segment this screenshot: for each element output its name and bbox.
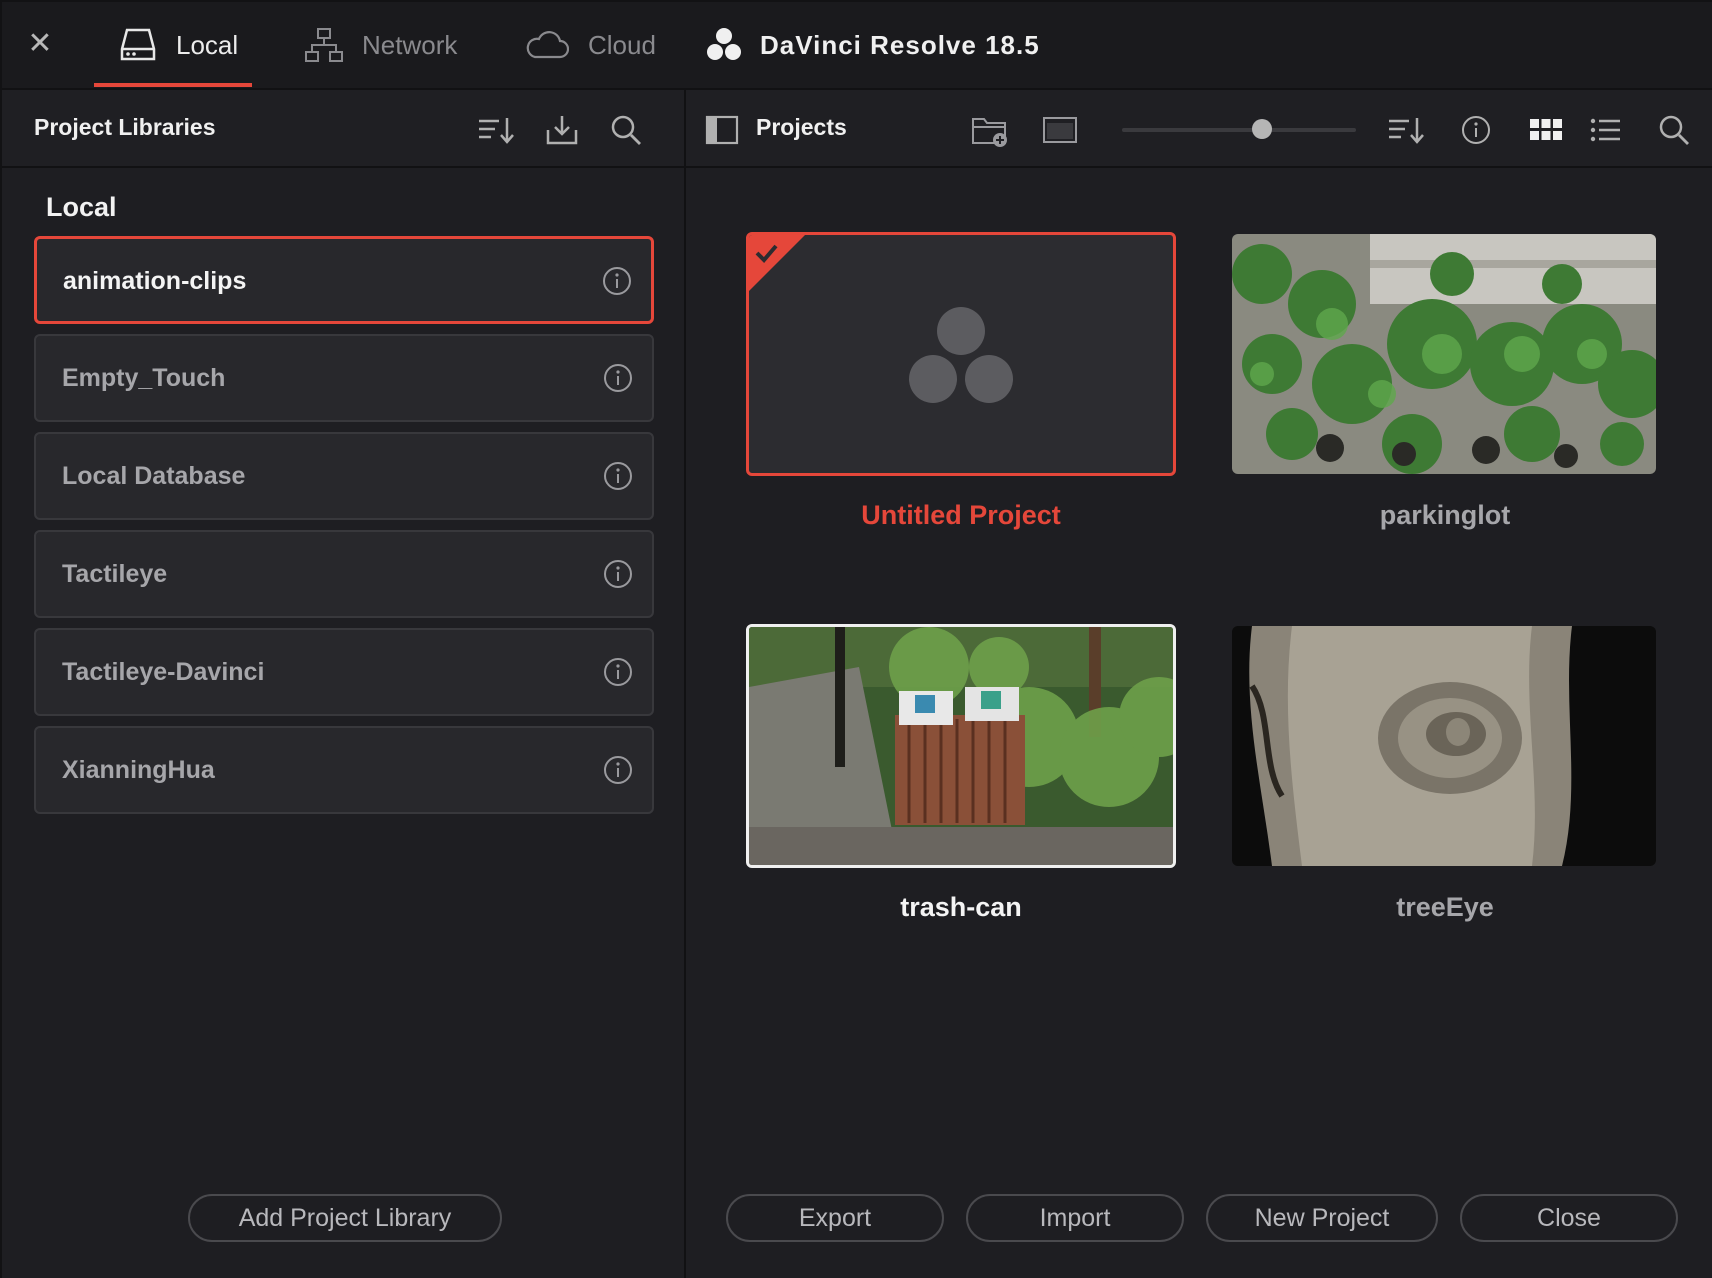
tab-local[interactable]: Local — [118, 2, 238, 88]
projects-header: Projects — [686, 90, 1712, 168]
trash-can-thumbnail — [749, 627, 1173, 865]
section-label-local: Local — [46, 192, 117, 222]
top-bar: ✕ Local Network Cloud DaVinci Resolve 18… — [2, 2, 1712, 90]
sidebar-toggle-icon[interactable] — [702, 110, 742, 150]
grass-pavers-thumbnail — [1232, 234, 1656, 474]
library-item[interactable]: Tactileye — [34, 530, 654, 618]
close-icon[interactable]: ✕ — [24, 28, 56, 60]
library-name: Tactileye-Davinci — [62, 658, 265, 686]
info-icon[interactable] — [602, 754, 634, 786]
tab-network[interactable]: Network — [304, 2, 457, 88]
tab-network-label: Network — [362, 29, 458, 60]
library-name: Empty_Touch — [62, 364, 226, 392]
library-item[interactable]: Empty_Touch — [34, 334, 654, 422]
project-libraries-header: Project Libraries — [2, 90, 684, 168]
library-item[interactable]: Tactileye-Davinci — [34, 628, 654, 716]
projects-panel: Projects Untitled Project parkinglot tra… — [686, 90, 1712, 1278]
active-tab-indicator — [94, 83, 252, 87]
project-manager-window: ✕ Local Network Cloud DaVinci Resolve 18… — [0, 0, 1712, 1278]
tab-cloud-label: Cloud — [588, 29, 656, 60]
library-name: Tactileye — [62, 560, 168, 588]
project-name[interactable]: trash-can — [746, 892, 1176, 923]
project-card-parkinglot[interactable] — [1232, 234, 1656, 474]
project-card-trash-can[interactable] — [746, 624, 1176, 868]
library-name: animation-clips — [63, 267, 247, 295]
selected-check-icon — [749, 235, 805, 291]
project-libraries-panel: Project Libraries Local animation-clips … — [2, 90, 686, 1278]
cloud-icon — [524, 25, 570, 65]
app-title: DaVinci Resolve 18.5 — [704, 2, 1040, 88]
slider-handle[interactable] — [1252, 119, 1273, 139]
library-name: Local Database — [62, 462, 246, 490]
project-card-untitled[interactable] — [746, 232, 1176, 476]
tab-cloud[interactable]: Cloud — [524, 2, 656, 88]
sort-icon[interactable] — [1386, 110, 1426, 150]
download-icon[interactable] — [542, 110, 582, 150]
info-icon[interactable] — [602, 362, 634, 394]
info-icon[interactable] — [1456, 110, 1496, 150]
panel-title: Project Libraries — [34, 114, 216, 140]
hard-drive-icon — [118, 25, 158, 65]
import-button[interactable]: Import — [966, 1194, 1184, 1242]
davinci-logo-icon — [707, 28, 741, 60]
export-button[interactable]: Export — [726, 1194, 944, 1242]
project-name[interactable]: Untitled Project — [746, 500, 1176, 531]
resolve-logo-placeholder-icon — [909, 307, 1013, 403]
library-name: XianningHua — [62, 756, 215, 784]
info-icon[interactable] — [602, 558, 634, 590]
thumbnail-size-slider[interactable] — [1122, 128, 1356, 132]
app-title-text: DaVinci Resolve 18.5 — [760, 29, 1040, 60]
panel-title: Projects — [756, 114, 847, 140]
network-icon — [304, 25, 344, 65]
tree-bark-thumbnail — [1232, 626, 1656, 866]
library-item[interactable]: animation-clips — [34, 236, 654, 324]
grid-view-icon[interactable] — [1526, 110, 1566, 150]
search-icon[interactable] — [606, 110, 646, 150]
screen-icon[interactable] — [1040, 110, 1080, 150]
project-name[interactable]: parkinglot — [1230, 500, 1660, 531]
library-item[interactable]: Local Database — [34, 432, 654, 520]
project-name[interactable]: treeEye — [1230, 892, 1660, 923]
library-item[interactable]: XianningHua — [34, 726, 654, 814]
list-view-icon[interactable] — [1586, 110, 1626, 150]
sort-icon[interactable] — [476, 110, 516, 150]
tab-local-label: Local — [176, 29, 239, 60]
project-card-treeeye[interactable] — [1232, 626, 1656, 866]
new-folder-icon[interactable] — [970, 110, 1010, 150]
new-project-button[interactable]: New Project — [1206, 1194, 1438, 1242]
close-button[interactable]: Close — [1460, 1194, 1678, 1242]
info-icon[interactable] — [602, 460, 634, 492]
add-project-library-button[interactable]: Add Project Library — [188, 1194, 502, 1242]
search-icon[interactable] — [1654, 110, 1694, 150]
info-icon[interactable] — [602, 656, 634, 688]
info-icon[interactable] — [601, 265, 633, 297]
